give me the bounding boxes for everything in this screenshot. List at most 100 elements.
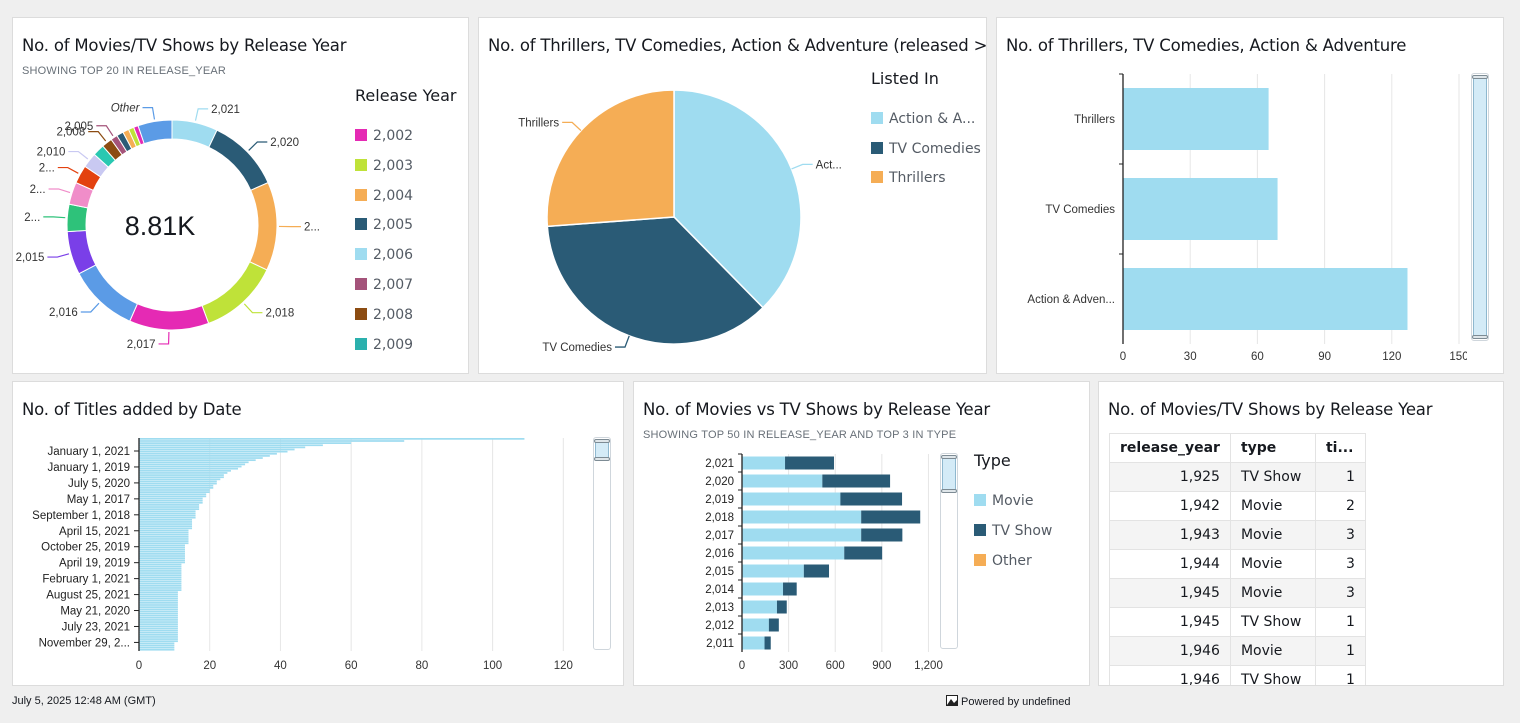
- bar-segment[interactable]: [742, 600, 777, 614]
- donut-slice[interactable]: [208, 129, 269, 191]
- bar[interactable]: [139, 595, 178, 598]
- bar[interactable]: [139, 504, 200, 506]
- bar[interactable]: [139, 599, 178, 602]
- table-row[interactable]: 1,945 Movie 3: [1109, 578, 1366, 608]
- legend-item[interactable]: 2,002: [355, 128, 413, 144]
- scrollbar-thumb[interactable]: [594, 439, 610, 461]
- bar-segment[interactable]: [764, 636, 771, 650]
- bar[interactable]: [139, 631, 178, 634]
- bar[interactable]: [139, 440, 405, 442]
- bar[interactable]: [139, 614, 178, 617]
- card-titles-by-date[interactable]: No. of Titles added by Date 0 20 40 60 80 100…: [12, 381, 624, 686]
- scrollbar-grip-top[interactable]: [594, 439, 610, 443]
- scrollbar-grip-top[interactable]: [1472, 75, 1488, 79]
- bar[interactable]: [139, 633, 178, 636]
- bar[interactable]: [139, 612, 178, 615]
- card-donut-release-year[interactable]: No. of Movies/TV Shows by Release Year S…: [12, 17, 469, 374]
- bar[interactable]: [139, 625, 178, 628]
- bar[interactable]: [139, 570, 182, 572]
- bar-segment[interactable]: [803, 564, 830, 578]
- bar[interactable]: [139, 493, 207, 496]
- column-header[interactable]: ti...: [1314, 433, 1366, 463]
- bar[interactable]: [139, 591, 178, 594]
- bar-segment[interactable]: [742, 510, 862, 524]
- bar-segment[interactable]: [861, 510, 921, 524]
- bar[interactable]: [139, 474, 224, 476]
- bar[interactable]: [139, 480, 217, 483]
- legend-item[interactable]: 2,007: [355, 277, 413, 293]
- bar[interactable]: [139, 642, 175, 645]
- bar[interactable]: [139, 446, 306, 449]
- bar[interactable]: [139, 608, 178, 611]
- table-row[interactable]: 1,925 TV Show 1: [1109, 462, 1366, 492]
- bar[interactable]: [139, 506, 200, 508]
- bar[interactable]: [139, 491, 210, 493]
- vertical-scrollbar[interactable]: [1471, 73, 1489, 341]
- bar[interactable]: [139, 514, 196, 517]
- bar-segment[interactable]: [742, 618, 769, 632]
- column-header[interactable]: release_year: [1109, 433, 1231, 463]
- bar[interactable]: [1123, 88, 1269, 150]
- bar[interactable]: [139, 555, 185, 557]
- legend-item[interactable]: Movie: [974, 493, 1033, 509]
- table-row[interactable]: 1,946 TV Show 1: [1109, 665, 1366, 685]
- bar[interactable]: [139, 538, 189, 540]
- bar[interactable]: [139, 616, 178, 619]
- bar-segment[interactable]: [861, 528, 903, 542]
- bar[interactable]: [139, 559, 185, 562]
- bar[interactable]: [139, 646, 175, 649]
- bar-segment[interactable]: [776, 600, 787, 614]
- bar[interactable]: [139, 501, 203, 504]
- legend-item[interactable]: 2,008: [355, 307, 413, 323]
- bar[interactable]: [139, 597, 178, 600]
- bar[interactable]: [139, 482, 217, 485]
- legend-item[interactable]: 2,004: [355, 188, 413, 204]
- pie-slice[interactable]: [546, 89, 675, 228]
- bar[interactable]: [139, 640, 178, 643]
- bar[interactable]: [139, 467, 239, 470]
- bar[interactable]: [139, 518, 193, 521]
- table-row[interactable]: 1,945 TV Show 1: [1109, 607, 1366, 637]
- bar[interactable]: [139, 469, 231, 472]
- card-pie-listed-in[interactable]: No. of Thrillers, TV Comedies, Action & …: [478, 17, 987, 374]
- legend-item[interactable]: TV Comedies: [871, 141, 981, 157]
- donut-slice[interactable]: [249, 181, 278, 271]
- bar[interactable]: [139, 593, 178, 596]
- donut-slice[interactable]: [201, 261, 268, 325]
- bar[interactable]: [139, 610, 178, 613]
- bar-segment[interactable]: [742, 492, 841, 506]
- bar[interactable]: [139, 525, 193, 528]
- bar[interactable]: [139, 565, 182, 568]
- bar[interactable]: [139, 499, 203, 502]
- bar[interactable]: [139, 527, 193, 530]
- bar[interactable]: [139, 461, 249, 464]
- bar-segment[interactable]: [768, 618, 779, 632]
- bar-segment[interactable]: [742, 582, 784, 596]
- bar[interactable]: [139, 584, 182, 587]
- table-row[interactable]: 1,946 Movie 1: [1109, 636, 1366, 666]
- legend-item[interactable]: Other: [974, 553, 1032, 569]
- bar[interactable]: [1123, 178, 1278, 240]
- bar[interactable]: [139, 629, 178, 632]
- scrollbar-thumb[interactable]: [1472, 75, 1488, 339]
- legend-item[interactable]: 2,003: [355, 158, 413, 174]
- bar[interactable]: [139, 516, 196, 519]
- scrollbar-grip-top[interactable]: [941, 455, 957, 459]
- bar[interactable]: [139, 489, 210, 491]
- bar-segment[interactable]: [822, 474, 891, 488]
- bar-chart[interactable]: 0 30 60 90 120 150 Thrillers TV Comedies Action …: [997, 68, 1467, 368]
- data-table[interactable]: release_year type ti... 1,925 TV Show 1 1,942…: [1109, 433, 1366, 685]
- bar[interactable]: [139, 450, 288, 453]
- bar[interactable]: [139, 621, 178, 623]
- bar-segment[interactable]: [742, 474, 823, 488]
- bar-segment[interactable]: [785, 456, 834, 470]
- donut-slice[interactable]: [137, 119, 173, 145]
- scrollbar-thumb[interactable]: [941, 455, 957, 493]
- bar[interactable]: [139, 544, 185, 547]
- bar-segment[interactable]: [742, 564, 804, 578]
- bar[interactable]: [139, 548, 185, 551]
- legend-item[interactable]: TV Show: [974, 523, 1052, 539]
- bar[interactable]: [139, 582, 182, 585]
- bar[interactable]: [139, 557, 185, 560]
- bar[interactable]: [139, 497, 203, 500]
